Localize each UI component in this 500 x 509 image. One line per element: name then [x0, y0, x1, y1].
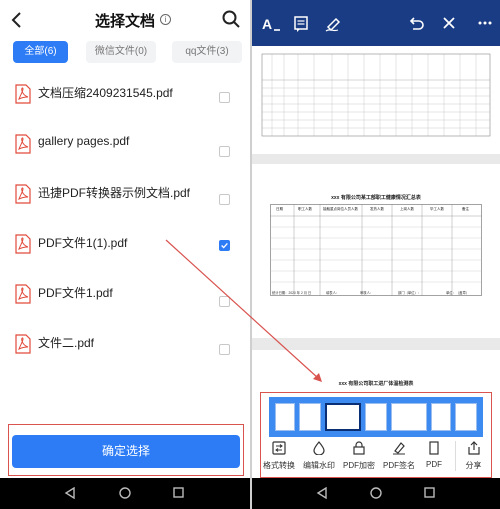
- guide-arrow: [165, 239, 322, 382]
